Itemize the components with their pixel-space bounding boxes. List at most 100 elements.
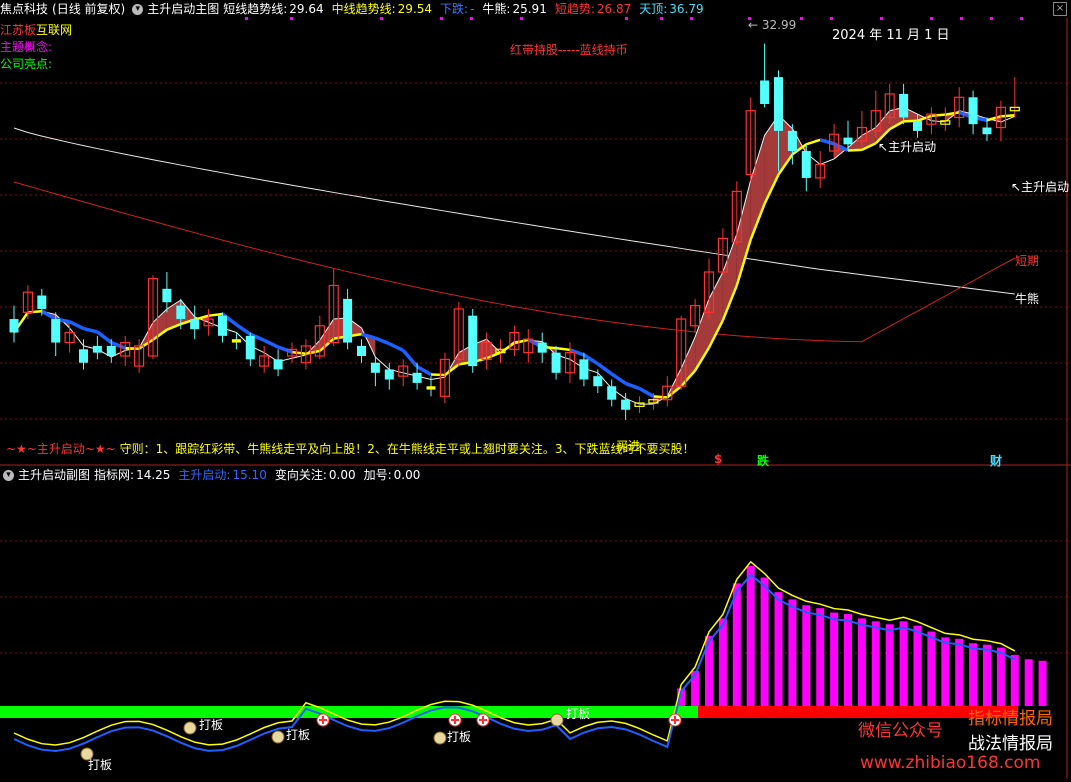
mid-trend-segment	[430, 373, 445, 377]
sub-bar	[788, 599, 797, 706]
main-indicator-name[interactable]: 主升启动主图	[147, 2, 219, 16]
candle-body	[51, 319, 61, 343]
candle-body	[79, 349, 88, 363]
falling-trend-segment	[819, 138, 835, 146]
sub-indicator-item: 指标网: 14.25	[94, 468, 174, 482]
top-dot-marker	[960, 17, 963, 20]
falling-trend-segment	[638, 386, 655, 398]
main-chart-header: 焦点科技 (日线 前复权) ▾ 主升启动主图 短线趋势线: 29.64 中线趋势线: 29.5…	[0, 0, 716, 18]
fall-marker: 跌	[757, 454, 770, 468]
top-dot-marker	[990, 17, 993, 20]
candle-body	[537, 342, 547, 353]
candle-body	[231, 339, 241, 343]
candle-body	[37, 295, 47, 309]
mid-trend-segment	[499, 342, 516, 354]
candle-body	[9, 319, 19, 333]
rule-text: 守则：1、跟踪红彩带、牛熊线走平及向上股！2、在牛熊线走平或上翘时要关注。3、下…	[119, 442, 695, 456]
mid-trend-segment	[931, 113, 946, 118]
sub-bar	[899, 621, 908, 706]
main-indicator-item: 短线趋势线: 29.64	[223, 2, 327, 16]
top-dot-marker	[880, 17, 883, 20]
main-indicator-values: 短线趋势线: 29.64 中线趋势线: 29.54 下跌: - 牛熊: 25.91 短趋势: 26…	[223, 2, 711, 16]
top-price-label: ← 32.99	[748, 18, 797, 32]
stock-name[interactable]: 焦点科技	[0, 2, 48, 16]
sub-indicator-settings-icon[interactable]: ▾	[3, 470, 14, 481]
falling-trend-segment	[235, 323, 252, 336]
candle-body	[273, 359, 283, 370]
falling-trend-segment	[263, 338, 279, 349]
candle-body	[426, 386, 436, 390]
falling-trend-segment	[625, 381, 641, 391]
region-label: 江苏板	[0, 23, 37, 37]
sub-bar	[1038, 660, 1047, 706]
indicator-settings-icon[interactable]: ▾	[132, 4, 144, 15]
chart-mode[interactable]: (日线 前复权)	[52, 2, 125, 16]
top-price-value: 32.99	[761, 18, 797, 32]
start-label-2: ↖主升启动	[1011, 180, 1070, 194]
sub-bar	[774, 592, 783, 706]
mid-trend-segment	[653, 395, 668, 399]
sub-bar	[955, 638, 964, 706]
candle-body	[607, 386, 617, 400]
main-indicator-item-label: 短线趋势线:	[223, 2, 288, 16]
candle-body	[801, 151, 811, 178]
sub-bar	[844, 614, 852, 706]
top-dot-marker	[830, 17, 833, 20]
mid-trend-segment	[945, 111, 960, 116]
sub-bar	[816, 608, 825, 706]
sub-bar	[913, 625, 922, 706]
sub-indicator-name[interactable]: 主升启动副图	[18, 468, 90, 482]
mid-trend-segment	[514, 338, 529, 345]
chart-canvas[interactable]	[0, 0, 1071, 779]
sub-indicator-item: 变向关注: 0.00	[275, 468, 360, 482]
main-indicator-item-value: -	[470, 2, 475, 16]
mid-trend-segment	[847, 148, 862, 152]
candle-body	[787, 130, 797, 152]
top-dot-marker	[800, 17, 803, 20]
sub-indicator-item-value: 0.00	[393, 468, 421, 482]
hold-hint: 红带持股-----蓝线持币	[510, 43, 628, 57]
main-indicator-item-value: 29.54	[397, 2, 433, 16]
candle-body	[357, 345, 366, 356]
money-bag-icon	[550, 713, 564, 727]
highlight-label: 公司亮点:	[0, 57, 53, 71]
mid-trend-segment	[555, 346, 571, 352]
main-indicator-item: 下跌: -	[440, 2, 478, 16]
top-dot-marker	[930, 17, 933, 20]
date-label: 2024 年 11 月 1 日	[832, 28, 950, 43]
stock-chart-window: 焦点科技 (日线 前复权) ▾ 主升启动主图 短线趋势线: 29.64 中线趋势线: 29.5…	[0, 0, 1071, 779]
close-icon[interactable]: ×	[1053, 2, 1067, 16]
candle-body	[760, 80, 770, 104]
main-indicator-item: 牛熊: 25.91	[482, 2, 550, 16]
sub-bar	[760, 577, 769, 706]
sub-bar	[732, 583, 741, 706]
sub-bar	[857, 618, 866, 706]
main-indicator-item-value: 26.87	[596, 2, 632, 16]
candle-body	[913, 120, 922, 131]
falling-trend-segment	[596, 362, 613, 376]
sub-indicator-values: 指标网: 14.25 主升启动: 15.10 变向关注: 0.00 加号: 0.00	[94, 468, 428, 482]
mid-trend-segment	[208, 312, 223, 317]
sub-bar	[885, 624, 894, 706]
money-bag-icon	[433, 731, 447, 745]
main-indicator-item-label: 牛熊:	[482, 2, 511, 16]
candle-body	[92, 345, 102, 353]
dollar-marker: $	[714, 452, 723, 466]
main-indicator-item: 中线趋势线: 29.54	[332, 2, 436, 16]
candle-body	[384, 369, 394, 380]
candle-body	[468, 315, 478, 367]
daban-label: 打板	[286, 728, 311, 742]
candle-body	[412, 372, 422, 383]
sub-bar	[983, 644, 991, 706]
candle-body	[176, 305, 186, 320]
main-indicator-item-value: 36.79	[669, 2, 704, 16]
candle-body	[982, 127, 992, 135]
candle-body	[343, 298, 353, 343]
start-label-1-text: 主升启动	[888, 140, 937, 154]
candle-body	[551, 352, 561, 373]
daban-label: 打板	[566, 707, 591, 721]
main-indicator-item-label: 天顶:	[639, 2, 668, 16]
main-indicator-item-value: 29.64	[289, 2, 324, 16]
sub-indicator-item-label: 指标网:	[94, 468, 135, 482]
candle-body	[106, 345, 116, 356]
